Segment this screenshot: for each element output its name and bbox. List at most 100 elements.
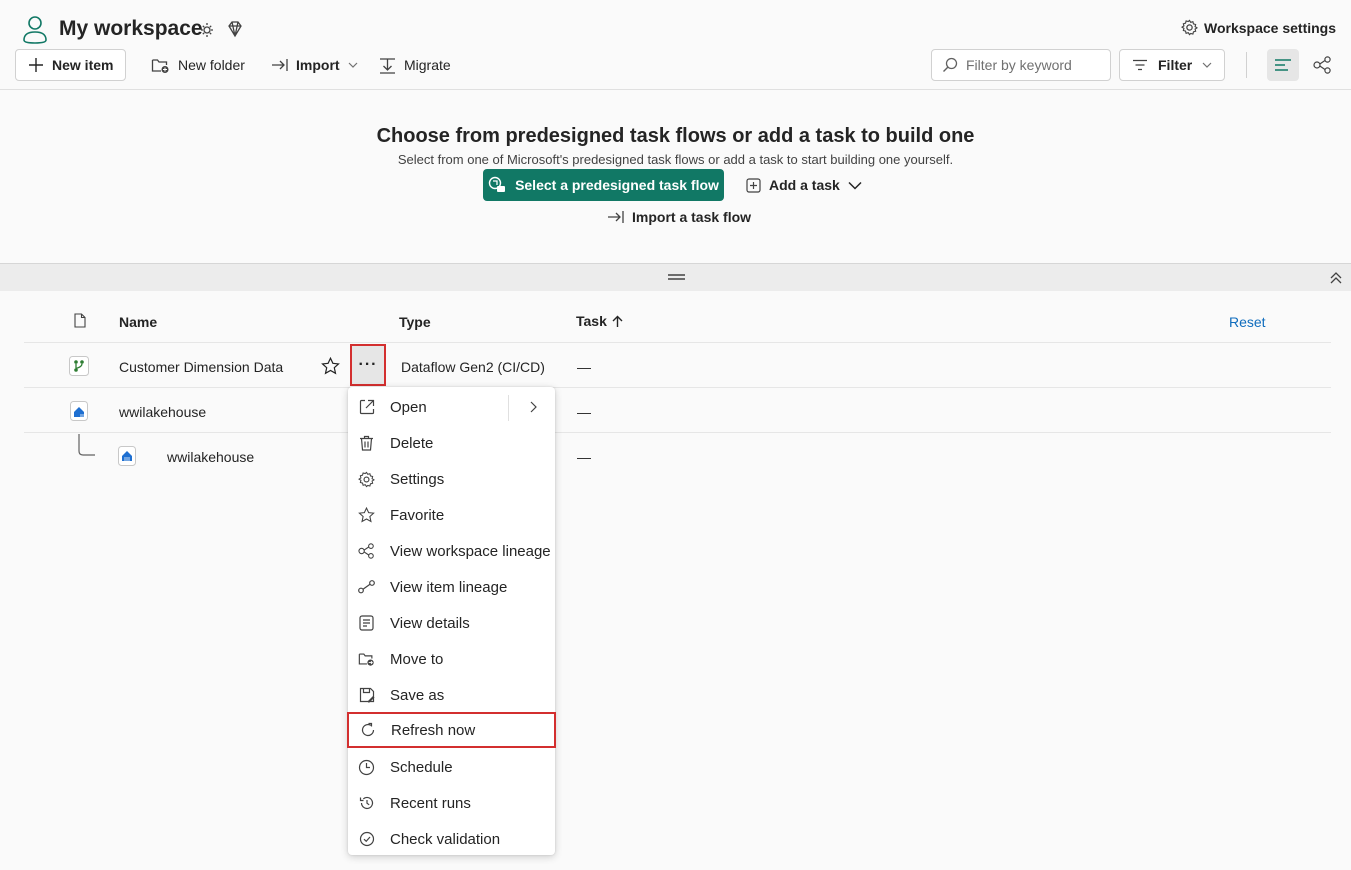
menu-item-view-details[interactable]: View details: [348, 605, 555, 641]
migrate-icon: [379, 57, 396, 74]
menu-item-label: Save as: [390, 686, 445, 704]
filter-by-keyword-input[interactable]: Filter by keyword: [931, 49, 1111, 81]
import-arrow-icon: [607, 210, 624, 224]
save-icon: [358, 687, 375, 704]
select-predesigned-task-flow-button[interactable]: Select a predesigned task flow: [483, 169, 724, 201]
lineage-view-button[interactable]: [1313, 56, 1332, 74]
column-header-name[interactable]: Name: [119, 314, 157, 330]
sql-endpoint-icon: [118, 446, 136, 466]
item-lineage-icon: [358, 579, 375, 596]
gear-icon: [358, 471, 375, 488]
import-button[interactable]: Import: [271, 49, 358, 81]
trash-icon: [358, 435, 375, 452]
import-label: Import: [296, 57, 340, 73]
page-title: My workspace: [59, 17, 203, 40]
migrate-button[interactable]: Migrate: [379, 49, 451, 81]
sort-ascending-icon: [612, 315, 623, 328]
panel-splitter[interactable]: [0, 263, 1351, 291]
more-options-button[interactable]: ···: [350, 344, 386, 386]
item-name[interactable]: Customer Dimension Data: [119, 359, 283, 375]
item-name[interactable]: wwilakehouse: [119, 404, 206, 420]
import-a-task-flow-button[interactable]: Import a task flow: [607, 205, 751, 229]
dataflow-icon: [69, 356, 89, 376]
history-icon: [358, 795, 375, 812]
drag-handle-icon[interactable]: [668, 274, 685, 280]
import-a-task-flow-label: Import a task flow: [632, 209, 752, 225]
diamond-icon[interactable]: [226, 20, 244, 38]
clock-icon: [358, 759, 375, 776]
context-menu: Open Delete Settings Favorite View works…: [347, 387, 556, 857]
file-type-icon: [74, 313, 86, 328]
filter-button[interactable]: Filter: [1119, 49, 1225, 81]
toolbar-divider: [1246, 52, 1247, 78]
workspace-settings-label: Workspace settings: [1204, 19, 1337, 36]
task-flow-subtitle: Select from one of Microsoft's predesign…: [397, 152, 954, 167]
list-view-icon: [1274, 58, 1292, 72]
menu-item-move-to[interactable]: Move to: [348, 641, 555, 677]
new-folder-button[interactable]: New folder: [151, 49, 245, 81]
column-header-task-label: Task: [576, 313, 607, 329]
item-task: —: [577, 449, 591, 465]
add-square-icon: [746, 177, 761, 193]
menu-item-settings[interactable]: Settings: [348, 461, 555, 497]
lineage-icon: [358, 543, 375, 560]
refresh-icon: [359, 722, 376, 739]
item-type: Dataflow Gen2 (CI/CD): [401, 359, 545, 375]
menu-item-check-validation[interactable]: Check validation: [348, 821, 555, 857]
workspace-settings-button[interactable]: Workspace settings: [1181, 19, 1336, 36]
menu-item-view-workspace-lineage[interactable]: View workspace lineage: [348, 533, 555, 569]
new-item-label: New item: [52, 57, 114, 73]
menu-item-open[interactable]: Open: [348, 389, 555, 425]
menu-item-label: Recent runs: [390, 794, 471, 812]
filter-label: Filter: [1158, 57, 1193, 73]
menu-item-label: Delete: [390, 434, 434, 452]
chevron-right-icon[interactable]: [529, 401, 537, 413]
star-icon: [358, 507, 375, 524]
menu-item-label: Schedule: [390, 758, 453, 776]
table-row[interactable]: [24, 388, 1331, 432]
workspace-header: My workspace Workspace settings New item…: [0, 0, 1351, 90]
star-icon[interactable]: [321, 357, 340, 375]
details-icon: [358, 615, 375, 632]
menu-item-label: View item lineage: [390, 578, 508, 596]
check-circle-icon: [358, 831, 375, 848]
task-flow-title: Choose from predesigned task flows or ad…: [376, 125, 975, 147]
item-task: —: [577, 404, 591, 420]
task-flow-icon: [488, 176, 507, 194]
workspace-icon: [22, 14, 48, 44]
list-view-button[interactable]: [1267, 49, 1299, 81]
folder-move-icon: [358, 651, 375, 668]
menu-item-refresh-now[interactable]: Refresh now: [347, 712, 556, 748]
menu-item-label: Move to: [390, 650, 444, 668]
add-a-task-button[interactable]: Add a task: [746, 169, 862, 201]
lineage-view-icon: [1313, 56, 1332, 74]
menu-item-recent-runs[interactable]: Recent runs: [348, 785, 555, 821]
tree-connector-icon: [78, 434, 96, 456]
workspace-settings-badge-icon[interactable]: [198, 20, 216, 38]
menu-item-label: Check validation: [390, 830, 501, 848]
menu-item-label: View details: [390, 614, 470, 632]
menu-item-schedule[interactable]: Schedule: [348, 749, 555, 785]
menu-item-label: Favorite: [390, 506, 445, 524]
filter-lines-icon: [1132, 59, 1148, 71]
split-divider: [508, 395, 509, 421]
menu-item-delete[interactable]: Delete: [348, 425, 555, 461]
collapse-up-icon[interactable]: [1329, 271, 1343, 285]
menu-item-label: Refresh now: [391, 721, 476, 739]
select-predesigned-task-flow-label: Select a predesigned task flow: [515, 177, 719, 193]
column-header-type[interactable]: Type: [399, 314, 431, 330]
new-item-button[interactable]: New item: [15, 49, 126, 81]
menu-item-view-item-lineage[interactable]: View item lineage: [348, 569, 555, 605]
item-name[interactable]: wwilakehouse: [167, 449, 254, 465]
column-header-task[interactable]: Task: [576, 313, 623, 329]
menu-item-save-as[interactable]: Save as: [348, 677, 555, 713]
menu-item-favorite[interactable]: Favorite: [348, 497, 555, 533]
search-icon: [942, 57, 958, 73]
new-folder-label: New folder: [178, 57, 245, 73]
chevron-down-icon: [848, 181, 862, 190]
chevron-down-icon: [1202, 61, 1212, 69]
migrate-label: Migrate: [404, 57, 451, 73]
lakehouse-icon: [70, 401, 88, 421]
task-flow-panel: Choose from predesigned task flows or ad…: [0, 91, 1351, 263]
reset-sort-link[interactable]: Reset: [1229, 314, 1266, 330]
